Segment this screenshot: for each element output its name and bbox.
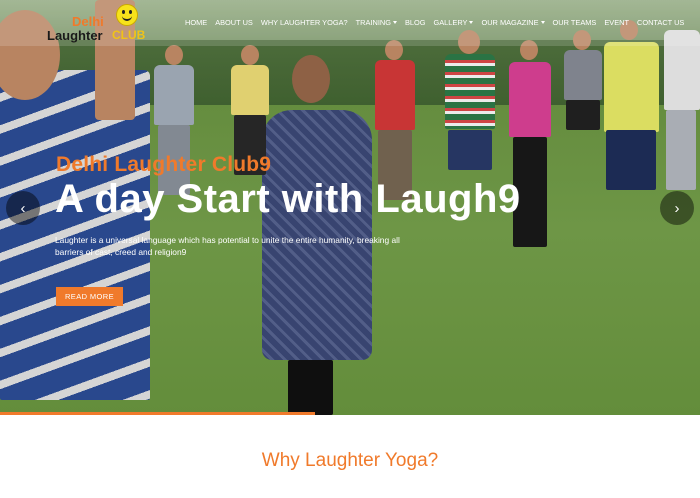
- caret-down-icon: [469, 21, 474, 24]
- nav-contact-us-label: CONTACT US: [637, 18, 685, 27]
- section-title-why-laughter-yoga: Why Laughter Yoga?: [261, 450, 439, 471]
- nav-home[interactable]: HOME: [185, 18, 207, 27]
- read-more-button[interactable]: READ MORE: [56, 287, 123, 306]
- chevron-left-icon: ‹: [20, 199, 26, 217]
- nav-blog-label: BLOG: [404, 18, 426, 27]
- nav-our-teams-label: OUR TEAMS: [552, 18, 597, 27]
- hero-title: A day Start with Laugh9: [55, 177, 521, 221]
- caret-down-icon: [392, 21, 397, 24]
- hero-slider: Delhi Laughter CLUB HOME ABOUT US WHY LA…: [0, 0, 700, 415]
- nav-about-us[interactable]: ABOUT US: [215, 18, 253, 27]
- nav-training-label: TRAINING: [355, 18, 391, 27]
- hero-subtitle: Delhi Laughter Club9: [56, 153, 272, 176]
- nav-blog[interactable]: BLOG: [405, 18, 426, 27]
- nav-about-us-label: ABOUT US: [215, 18, 253, 27]
- nav-our-magazine[interactable]: OUR MAGAZINE: [481, 18, 545, 27]
- hero-description: Laughter is a universal language which h…: [55, 235, 400, 257]
- logo-text-delhi: Delhi: [72, 14, 104, 29]
- caret-down-icon: [540, 21, 545, 24]
- site-logo[interactable]: Delhi Laughter CLUB: [46, 4, 146, 44]
- chevron-right-icon: ›: [674, 199, 680, 217]
- nav-our-teams[interactable]: OUR TEAMS: [553, 18, 597, 27]
- slider-next-button[interactable]: ›: [660, 191, 694, 225]
- nav-our-magazine-label: OUR MAGAZINE: [481, 18, 539, 27]
- nav-training[interactable]: TRAINING: [356, 18, 397, 27]
- logo-text-laughter: Laughter: [47, 28, 103, 43]
- nav-gallery[interactable]: GALLERY: [434, 18, 474, 27]
- nav-home-label: HOME: [185, 18, 208, 27]
- nav-why-laughter-yoga[interactable]: WHY LAUGHTER YOGA?: [261, 18, 348, 27]
- nav-event-label: EVENT: [604, 18, 629, 27]
- nav-contact-us[interactable]: CONTACT US: [637, 18, 684, 27]
- nav-event[interactable]: EVENT: [604, 18, 629, 27]
- logo-text-club: CLUB: [112, 28, 146, 42]
- slider-prev-button[interactable]: ‹: [6, 191, 40, 225]
- main-navigation: HOME ABOUT US WHY LAUGHTER YOGA? TRAININ…: [185, 18, 692, 27]
- nav-why-laughter-yoga-label: WHY LAUGHTER YOGA?: [260, 18, 348, 27]
- smiley-logo-icon: [116, 4, 138, 26]
- nav-gallery-label: GALLERY: [433, 18, 468, 27]
- slider-progress-bar: [0, 412, 315, 415]
